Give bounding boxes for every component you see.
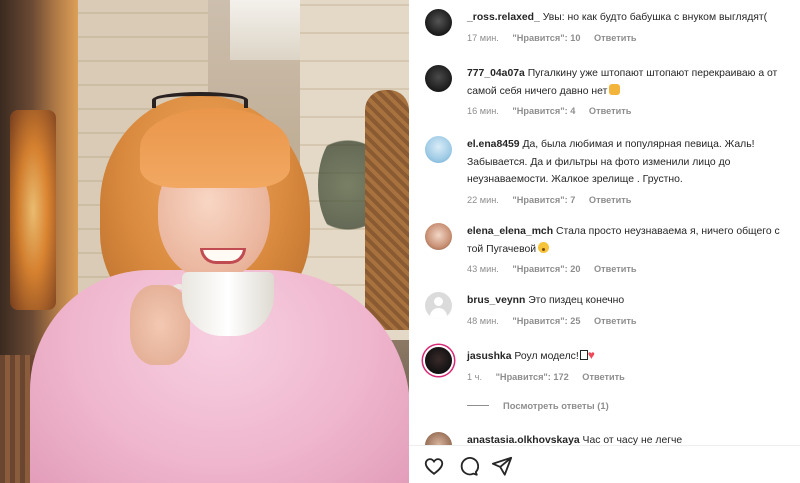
avatar[interactable]	[425, 223, 452, 250]
comment-meta: 1 ч. "Нравится": 172 Ответить	[467, 371, 797, 384]
comment-username[interactable]: anastasia.olkhovskaya	[467, 435, 580, 445]
comment-likes[interactable]: "Нравится": 172	[496, 372, 569, 382]
comment-time: 16 мин.	[467, 106, 499, 116]
headband	[152, 92, 248, 108]
reply-button[interactable]: Ответить	[594, 33, 636, 43]
reply-button[interactable]: Ответить	[589, 195, 631, 205]
avatar-story-ring[interactable]	[425, 347, 452, 374]
comment-body: brus_veynn Это пиздец конечно 48 мин. "Н…	[467, 292, 797, 328]
comments-list[interactable]: _ross.relaxed_ Увы: но как будто бабушка…	[409, 0, 800, 445]
heart-emoji-icon: ♥	[587, 348, 595, 362]
comment-likes[interactable]: "Нравится": 4	[512, 106, 575, 116]
comment-text: Час от часу не легче	[582, 435, 683, 445]
comment-meta: 17 мин. "Нравится": 10 Ответить	[467, 32, 797, 45]
comment-body: jasushka Роул моделс! ♥ 1 ч. "Нравится": …	[467, 347, 797, 384]
comment-body: anastasia.olkhovskaya Час от часу не лег…	[467, 432, 797, 445]
comment-bubble-icon[interactable]	[457, 455, 479, 477]
view-replies-button[interactable]: Посмотреть ответы (1)	[467, 400, 609, 411]
wicker-chair	[365, 90, 409, 330]
comment-username[interactable]: 777_04a07a	[467, 68, 525, 79]
reply-button[interactable]: Ответить	[582, 372, 624, 382]
heart-outline-icon[interactable]	[423, 455, 445, 477]
comment-username[interactable]: brus_veynn	[467, 295, 525, 306]
reply-button[interactable]: Ответить	[589, 106, 631, 116]
comment-likes[interactable]: "Нравится": 10	[512, 33, 580, 43]
comment-text: Роул моделс!	[514, 351, 579, 362]
comment-text: Это пиздец конечно	[528, 295, 625, 306]
hand-emoji-icon	[609, 83, 621, 95]
comment-text: Увы: но как будто бабушка с внуком выгля…	[542, 12, 768, 23]
comment-likes[interactable]: "Нравится": 7	[512, 195, 575, 205]
comment-meta: 22 мин. "Нравится": 7 Ответить	[467, 194, 797, 207]
comment-meta: 48 мин. "Нравится": 25 Ответить	[467, 315, 797, 328]
patio-heater	[10, 110, 56, 310]
comment-likes[interactable]: "Нравится": 25	[512, 316, 580, 326]
comment-meta: 16 мин. "Нравится": 4 Ответить	[467, 105, 797, 118]
missing-glyph-icon	[579, 350, 588, 360]
avatar-head	[434, 297, 443, 306]
comment-body: el.ena8459 Да, была любимая и популярная…	[467, 136, 797, 207]
comment-username[interactable]: _ross.relaxed_	[467, 12, 540, 23]
hand	[130, 285, 190, 365]
comment-time: 22 мин.	[467, 194, 499, 205]
comment-body: 777_04a07a Пугалкину уже штопают штопают…	[467, 65, 797, 118]
default-avatar[interactable]	[425, 292, 452, 319]
comment-username[interactable]: el.ena8459	[467, 139, 520, 150]
bangs	[140, 108, 290, 188]
comments-panel: _ross.relaxed_ Увы: но как будто бабушка…	[409, 0, 800, 483]
paper-plane-icon[interactable]	[491, 455, 513, 477]
comment-body: _ross.relaxed_ Увы: но как будто бабушка…	[467, 9, 797, 45]
avatar-shoulders	[430, 308, 447, 319]
comment-time: 1 ч.	[467, 371, 483, 382]
comment-time: 43 мин.	[467, 264, 499, 274]
comment-time: 48 мин.	[467, 315, 499, 326]
reply-button[interactable]: Ответить	[594, 316, 636, 326]
avatar[interactable]	[425, 9, 452, 36]
avatar[interactable]	[425, 136, 452, 163]
comment-likes[interactable]: "Нравится": 20	[512, 264, 580, 274]
comment-username[interactable]: jasushka	[467, 351, 511, 362]
avatar[interactable]	[425, 65, 452, 92]
comment-body: elena_elena_mch Стала просто неузнаваема…	[467, 223, 797, 276]
replies-divider	[467, 405, 489, 406]
comment-username[interactable]: elena_elena_mch	[467, 226, 553, 237]
view-replies-label: Посмотреть ответы (1)	[503, 400, 609, 411]
comment-time: 17 мин.	[467, 32, 499, 43]
reply-button[interactable]: Ответить	[594, 264, 636, 274]
post-photo[interactable]	[0, 0, 409, 483]
comment-meta: 43 мин. "Нравится": 20 Ответить	[467, 263, 797, 276]
post-action-bar	[409, 445, 800, 483]
surprised-face-emoji-icon	[538, 241, 550, 253]
avatar[interactable]	[425, 432, 452, 445]
